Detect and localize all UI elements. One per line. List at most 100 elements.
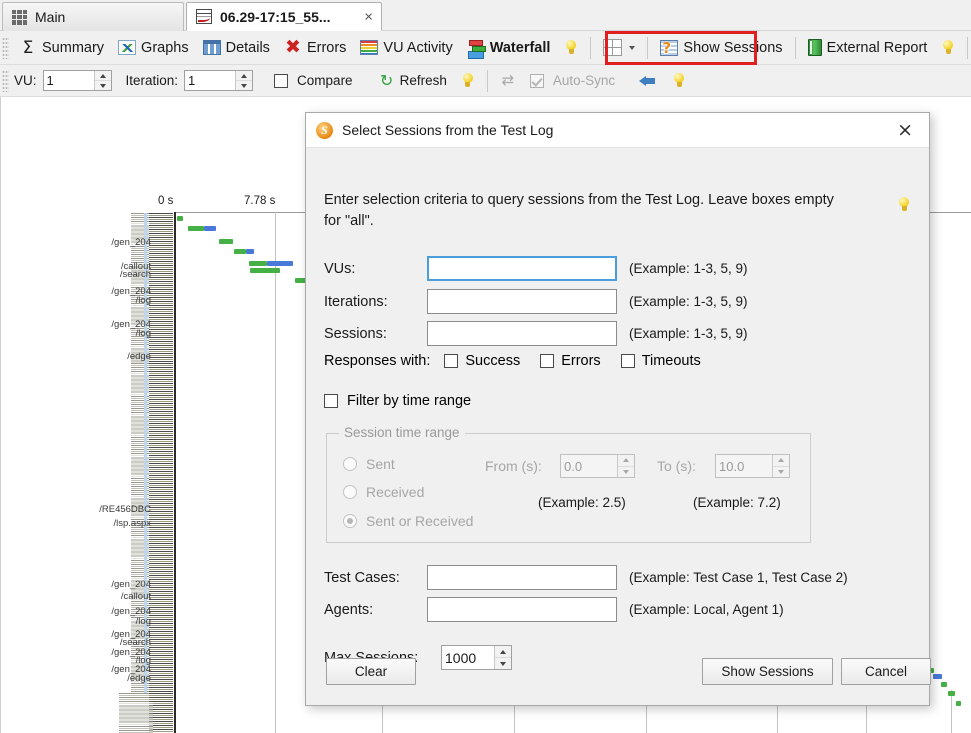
refresh-help-button[interactable] [454, 68, 482, 93]
tab-session-label: 06.29-17:15_55... [220, 8, 331, 25]
chart-url-label[interactable]: /search [120, 270, 151, 280]
toolbar-grip[interactable] [2, 69, 9, 92]
show-sessions-button[interactable]: Show Sessions [702, 658, 833, 685]
toolbar-button-report-help[interactable] [934, 35, 962, 60]
cancel-button[interactable]: Cancel [841, 658, 931, 685]
lightbulb-icon[interactable] [897, 196, 911, 213]
toolbar-grip[interactable] [2, 36, 9, 59]
refresh-button[interactable]: ↻ Refresh [372, 69, 454, 93]
chart-url-label[interactable]: /log [136, 617, 151, 627]
toolbar-button-layout[interactable] [596, 35, 642, 60]
radio-group-sent[interactable]: Sent [343, 456, 395, 472]
navigate-back-button[interactable] [632, 69, 665, 93]
toolbar-label-summary: Summary [42, 39, 105, 56]
toolbar-button-summary[interactable]: Σ Summary [12, 35, 111, 61]
vu-input[interactable] [43, 71, 94, 90]
sent-radio[interactable] [343, 457, 357, 471]
toolbar-separator [967, 36, 969, 59]
chevron-down-icon[interactable] [629, 45, 636, 50]
checkbox-group-errors[interactable]: Errors [540, 353, 601, 369]
to-stepper-buttons[interactable] [772, 455, 789, 477]
agents-input[interactable] [427, 597, 617, 622]
toolbar-button-waterfall-help[interactable] [557, 35, 585, 60]
chart-url-label[interactable]: /gen_204 [111, 580, 151, 590]
iteration-stepper-buttons[interactable] [235, 71, 253, 90]
from-stepper-up[interactable] [618, 455, 634, 467]
chart-url-label-column[interactable]: /gen_204/callout/search/gen_204/log/gen_… [1, 97, 173, 733]
iterations-input[interactable] [427, 289, 617, 314]
sent-or-received-radio[interactable] [343, 514, 357, 528]
to-stepper-up[interactable] [773, 455, 789, 467]
test-cases-label: Test Cases: [324, 569, 400, 586]
filter-by-time-range-checkbox[interactable] [324, 394, 338, 408]
errors-checkbox[interactable] [540, 354, 555, 368]
chart-url-label[interactable]: /gen_204 [111, 607, 151, 617]
toolbar-button-details[interactable]: Details [196, 36, 277, 60]
chart-url-label[interactable]: /edge [127, 352, 151, 362]
chart-url-label[interactable]: /log [136, 296, 151, 306]
vu-stepper-down[interactable] [95, 81, 111, 90]
chart-url-label[interactable]: /gen_204 [111, 238, 151, 248]
max-sessions-stepper-up[interactable] [495, 646, 511, 658]
tab-waterfall-session[interactable]: 06.29-17:15_55... × [186, 2, 382, 31]
sync-help-button[interactable] [665, 68, 693, 93]
chart-url-label[interactable]: /RE456DBC [99, 505, 151, 515]
triangle-down-icon [241, 83, 248, 88]
from-stepper-buttons[interactable] [617, 455, 634, 477]
sessions-input[interactable] [427, 321, 617, 346]
chart-url-label[interactable]: /search [120, 638, 151, 648]
chart-url-label[interactable]: /edge [127, 674, 151, 684]
clear-button[interactable]: Clear [326, 658, 416, 685]
sync-direction-button[interactable]: ⇄ [493, 69, 523, 92]
select-sessions-dialog[interactable]: S Select Sessions from the Test Log × En… [305, 112, 931, 706]
auto-sync-checkbox[interactable] [529, 73, 544, 88]
auto-sync-checkbox-group[interactable]: Auto-Sync [523, 69, 622, 92]
waterfall-bar [941, 682, 947, 687]
iteration-label: Iteration: [125, 73, 179, 88]
success-checkbox[interactable] [444, 354, 459, 368]
filter-by-time-range-group[interactable]: Filter by time range [324, 393, 471, 409]
chart-url-label[interactable]: /callout [121, 592, 151, 602]
to-seconds-input[interactable] [716, 455, 772, 477]
waterfall-bar [177, 216, 183, 221]
toolbar-button-waterfall[interactable]: Waterfall [460, 36, 558, 60]
checkbox-group-success[interactable]: Success [444, 353, 520, 369]
toolbar-button-graphs[interactable]: Graphs [111, 36, 196, 60]
iteration-stepper-down[interactable] [236, 81, 252, 90]
vus-input[interactable] [427, 256, 617, 281]
toolbar-button-vu-activity[interactable]: VU Activity [353, 36, 459, 60]
radio-group-received[interactable]: Received [343, 484, 424, 500]
to-seconds-hint: (Example: 7.2) [693, 495, 781, 510]
to-seconds-stepper[interactable] [715, 454, 790, 478]
vu-label: VU: [14, 73, 37, 88]
chart-url-label[interactable]: /log [136, 329, 151, 339]
iteration-stepper[interactable] [184, 70, 254, 91]
waterfall-bar [204, 226, 216, 231]
compare-checkbox-group[interactable]: Compare [267, 69, 360, 92]
tab-main[interactable]: Main [2, 2, 184, 31]
test-cases-input[interactable] [427, 565, 617, 590]
vu-stepper-up[interactable] [94, 71, 111, 81]
radio-group-sent-or-received[interactable]: Sent or Received [343, 513, 473, 529]
compare-checkbox[interactable] [274, 73, 289, 88]
checkbox-group-timeouts[interactable]: Timeouts [620, 353, 701, 369]
vu-stepper-buttons[interactable] [93, 71, 111, 90]
vu-stepper[interactable] [42, 70, 112, 91]
toolbar-button-show-sessions[interactable]: Show Sessions [653, 36, 789, 60]
toolbar-button-external-report[interactable]: External Report [801, 35, 935, 60]
toolbar-button-errors[interactable]: ✖ Errors [277, 35, 353, 60]
from-stepper-down[interactable] [618, 467, 634, 478]
timeouts-checkbox[interactable] [620, 354, 635, 368]
from-seconds-input[interactable] [561, 455, 617, 477]
close-icon[interactable]: × [891, 119, 919, 142]
from-seconds-stepper[interactable] [560, 454, 635, 478]
chart-url-label[interactable]: /lsp.aspx [114, 519, 152, 529]
tab-close-icon[interactable]: × [364, 9, 373, 24]
auto-sync-label: Auto-Sync [552, 73, 616, 88]
iteration-input[interactable] [185, 71, 236, 90]
to-stepper-down[interactable] [773, 467, 789, 478]
iteration-stepper-up[interactable] [236, 71, 253, 81]
dialog-body: Enter selection criteria to query sessio… [306, 148, 931, 706]
chart-gridline [951, 690, 952, 733]
received-radio[interactable] [343, 485, 357, 499]
